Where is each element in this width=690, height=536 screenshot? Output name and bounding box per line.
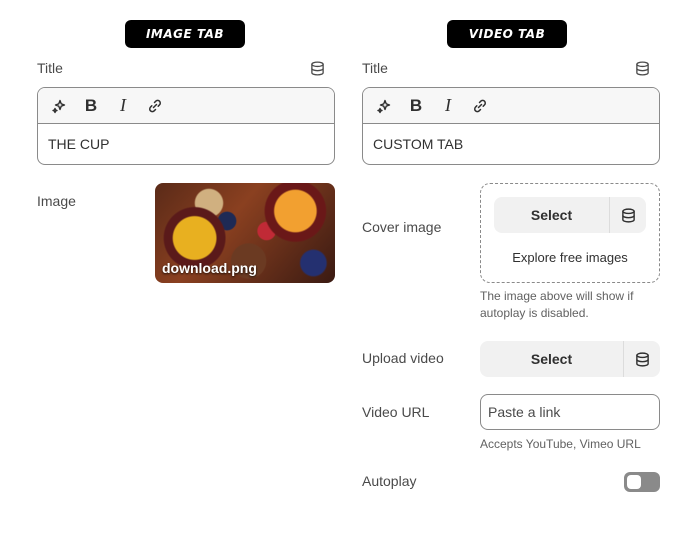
- video-url-input[interactable]: Paste a link: [480, 394, 660, 430]
- video-tab-title-value[interactable]: CUSTOM TAB: [363, 124, 659, 164]
- video-tab-badge-label: VIDEO TAB: [468, 27, 546, 41]
- sparkle-icon[interactable]: [375, 97, 393, 115]
- image-tab-title-value[interactable]: THE CUP: [38, 124, 334, 164]
- upload-video-split-button: Select: [480, 341, 660, 377]
- image-filename: download.png: [162, 260, 257, 276]
- video-url-helper: Accepts YouTube, Vimeo URL: [480, 437, 641, 451]
- cover-select-button[interactable]: Select: [494, 197, 609, 233]
- database-icon[interactable]: [634, 60, 650, 76]
- cover-select-split-button: Select: [494, 197, 646, 233]
- upload-video-label: Upload video: [362, 350, 444, 366]
- rich-text-toolbar: B I: [363, 88, 659, 124]
- link-icon[interactable]: [146, 97, 164, 115]
- image-tab-badge: IMAGE TAB: [125, 20, 245, 48]
- image-tab-badge-label: IMAGE TAB: [145, 27, 225, 41]
- italic-icon[interactable]: I: [439, 95, 457, 115]
- italic-icon[interactable]: I: [114, 95, 132, 115]
- bold-icon[interactable]: B: [82, 96, 100, 115]
- autoplay-toggle-knob: [627, 475, 641, 489]
- link-icon[interactable]: [471, 97, 489, 115]
- video-tab-title-editor[interactable]: B I CUSTOM TAB: [362, 87, 660, 165]
- rich-text-toolbar: B I: [38, 88, 334, 124]
- video-url-placeholder: Paste a link: [488, 404, 561, 420]
- video-tab-badge: VIDEO TAB: [447, 20, 567, 48]
- video-url-label: Video URL: [362, 404, 430, 420]
- image-thumbnail[interactable]: download.png: [155, 183, 335, 283]
- cover-image-helper: The image above will show if autoplay is…: [480, 289, 634, 320]
- video-tab-title-label: Title: [362, 60, 388, 76]
- database-icon[interactable]: [609, 197, 646, 233]
- explore-free-images-link[interactable]: Explore free images: [481, 250, 659, 265]
- bold-icon[interactable]: B: [407, 96, 425, 115]
- image-label: Image: [37, 193, 76, 209]
- upload-select-button[interactable]: Select: [480, 341, 623, 377]
- image-tab-title-label: Title: [37, 60, 63, 76]
- database-icon[interactable]: [309, 60, 325, 76]
- image-tab-title-editor[interactable]: B I THE CUP: [37, 87, 335, 165]
- autoplay-toggle[interactable]: [624, 472, 660, 492]
- autoplay-label: Autoplay: [362, 473, 417, 489]
- cover-image-dropzone[interactable]: Select Explore free images: [480, 183, 660, 283]
- sparkle-icon[interactable]: [50, 97, 68, 115]
- database-icon[interactable]: [623, 341, 660, 377]
- cover-image-label: Cover image: [362, 219, 442, 235]
